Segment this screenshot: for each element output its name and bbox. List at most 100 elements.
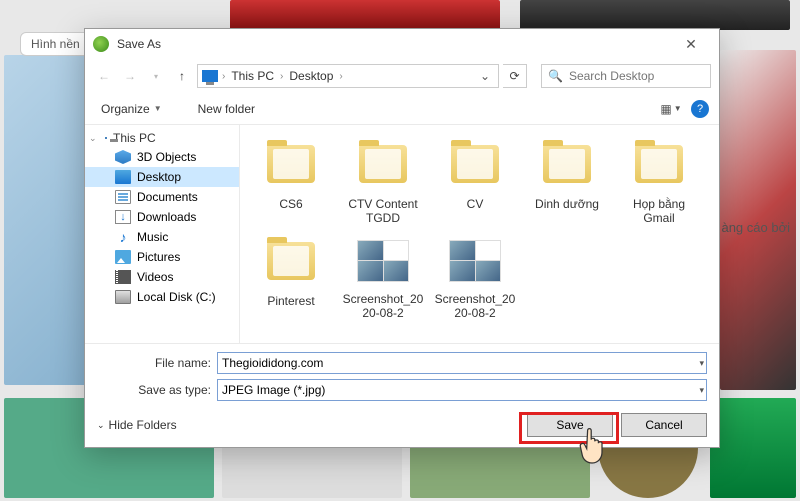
file-label: CV [432, 197, 518, 211]
file-name-combo[interactable]: ▾ [217, 352, 707, 374]
new-folder-button[interactable]: New folder [192, 98, 261, 120]
dialog-footer: File name: ▾ Save as type: JPEG Image (*… [85, 343, 719, 447]
cube-icon [115, 150, 131, 164]
doc-icon [115, 190, 131, 204]
hide-folders-button[interactable]: ⌄ Hide Folders [97, 418, 177, 432]
titlebar: Save As ✕ [85, 29, 719, 59]
save-as-dialog: Save As ✕ ← → ▾ ↑ › This PC › Desktop › … [84, 28, 720, 448]
view-options-button[interactable]: ▦▼ [661, 101, 681, 117]
tree-item-documents[interactable]: Documents [85, 187, 239, 207]
chevron-down-icon: ▼ [154, 104, 162, 113]
file-label: CS6 [248, 197, 334, 211]
tree-item-local-disk-c-[interactable]: Local Disk (C:) [85, 287, 239, 307]
folder-item-pinterest[interactable]: Pinterest [246, 234, 336, 325]
browser-tab-label: Hình nền [31, 37, 80, 51]
navigation-tree: ⌄ This PC 3D Objects Desktop Documents Down… [85, 125, 240, 343]
recent-button[interactable]: ▾ [145, 65, 167, 87]
tree-item-label: 3D Objects [137, 150, 196, 164]
file-name-label: File name: [97, 356, 217, 370]
folder-icon [262, 145, 320, 193]
organize-button[interactable]: Organize ▼ [95, 98, 168, 120]
hide-folders-label: Hide Folders [109, 418, 177, 432]
breadcrumb-desktop[interactable]: Desktop [285, 69, 337, 83]
file-item-screenshot-2020-08-2[interactable]: Screenshot_2020-08-2 [338, 234, 428, 325]
file-label: Họp bằng Gmail [616, 197, 702, 226]
folder-icon [630, 145, 688, 193]
collapse-icon[interactable]: ⌄ [89, 133, 97, 144]
folder-item-cs6[interactable]: CS6 [246, 137, 336, 230]
breadcrumb-dropdown[interactable]: ⌄ [476, 69, 494, 83]
desktop-icon [115, 170, 131, 184]
breadcrumb-this-pc[interactable]: This PC [227, 69, 278, 83]
folder-icon [446, 145, 504, 193]
pic-icon [115, 250, 131, 264]
folder-icon [262, 242, 320, 290]
refresh-button[interactable]: ⟳ [503, 64, 527, 88]
chevron-right-icon: › [280, 71, 283, 82]
help-button[interactable]: ? [691, 100, 709, 118]
app-icon [93, 36, 109, 52]
chevron-down-icon: ⌄ [97, 420, 105, 431]
chevron-right-icon: › [222, 71, 225, 82]
image-thumbnail-icon [446, 240, 504, 288]
tree-item-label: Pictures [137, 250, 180, 264]
pc-icon [202, 70, 218, 82]
save-button[interactable]: Save [527, 413, 613, 437]
folder-icon [354, 145, 412, 193]
organize-label: Organize [101, 102, 150, 116]
file-name-input[interactable] [222, 356, 702, 370]
chevron-down-icon[interactable]: ▾ [699, 358, 704, 369]
browser-tab[interactable]: Hình nền [20, 32, 91, 56]
tree-item-label: Documents [137, 190, 198, 204]
close-button[interactable]: ✕ [671, 30, 711, 58]
file-label: Pinterest [248, 294, 334, 308]
tree-root-this-pc[interactable]: ⌄ This PC [85, 129, 239, 147]
disk-icon [115, 290, 131, 304]
toolbar: Organize ▼ New folder ▦▼ ? [85, 93, 719, 125]
tree-item-downloads[interactable]: Downloads [85, 207, 239, 227]
files-pane[interactable]: CS6 CTV Content TGDD CV Dinh dưỡng Họp bằng … [240, 125, 719, 343]
file-label: Screenshot_2020-08-2 [432, 292, 518, 321]
image-thumbnail-icon [354, 240, 412, 288]
search-icon: 🔍 [548, 69, 563, 83]
tree-item-label: Desktop [137, 170, 181, 184]
up-button[interactable]: ↑ [171, 65, 193, 87]
file-label: Screenshot_2020-08-2 [340, 292, 426, 321]
file-item-screenshot-2020-08-2[interactable]: Screenshot_2020-08-2 [430, 234, 520, 325]
down-icon [115, 210, 131, 224]
chevron-right-icon: › [339, 71, 342, 82]
tree-item-3d-objects[interactable]: 3D Objects [85, 147, 239, 167]
search-input[interactable] [569, 69, 704, 83]
breadcrumb[interactable]: › This PC › Desktop › ⌄ [197, 64, 499, 88]
save-type-combo[interactable]: JPEG Image (*.jpg) ▾ [217, 379, 707, 401]
folder-item-dinh-d-ng[interactable]: Dinh dưỡng [522, 137, 612, 230]
monitor-icon [105, 137, 107, 139]
dialog-title: Save As [117, 37, 671, 51]
tree-item-label: Downloads [137, 210, 196, 224]
tree-item-label: Music [137, 230, 168, 244]
tree-item-videos[interactable]: Videos [85, 267, 239, 287]
address-bar-row: ← → ▾ ↑ › This PC › Desktop › ⌄ ⟳ 🔍 [85, 59, 719, 93]
cancel-button[interactable]: Cancel [621, 413, 707, 437]
file-label: Dinh dưỡng [524, 197, 610, 211]
vid-icon [115, 270, 131, 284]
folder-item-ctv-content-tgdd[interactable]: CTV Content TGDD [338, 137, 428, 230]
save-type-label: Save as type: [97, 383, 217, 397]
tree-item-label: Local Disk (C:) [137, 290, 216, 304]
folder-icon [538, 145, 596, 193]
tree-item-pictures[interactable]: Pictures [85, 247, 239, 267]
forward-button: → [119, 65, 141, 87]
new-folder-label: New folder [198, 102, 255, 116]
file-label: CTV Content TGDD [340, 197, 426, 226]
folder-item-cv[interactable]: CV [430, 137, 520, 230]
save-type-value: JPEG Image (*.jpg) [222, 383, 325, 397]
folder-item-h-p-b-ng-gmail[interactable]: Họp bằng Gmail [614, 137, 704, 230]
tree-root-label: This PC [113, 131, 156, 145]
tree-item-label: Videos [137, 270, 173, 284]
search-box[interactable]: 🔍 [541, 64, 711, 88]
tree-item-music[interactable]: ♪ Music [85, 227, 239, 247]
music-icon: ♪ [115, 230, 131, 244]
tree-item-desktop[interactable]: Desktop [85, 167, 239, 187]
back-button[interactable]: ← [93, 65, 115, 87]
chevron-down-icon[interactable]: ▾ [699, 385, 704, 396]
